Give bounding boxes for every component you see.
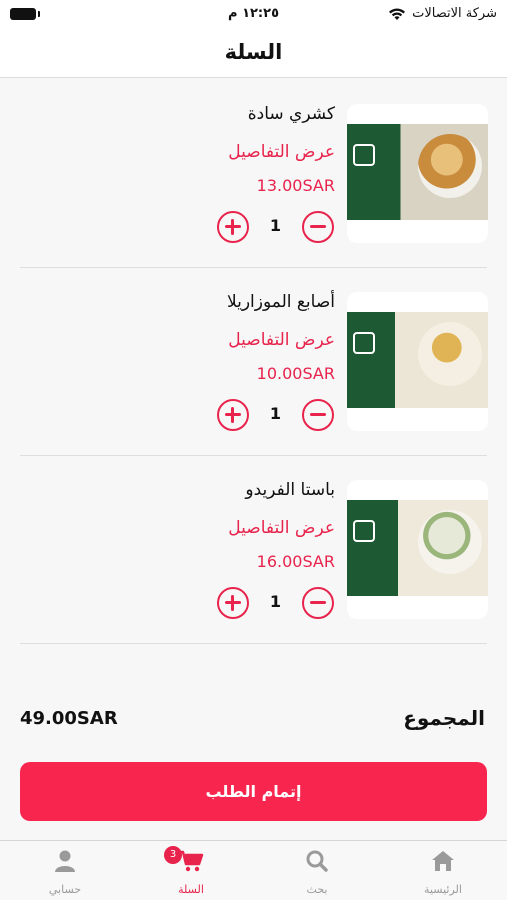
header: السلة [0,30,507,78]
quantity-stepper: 1 [217,587,334,619]
view-details-link[interactable]: عرض التفاصيل [228,518,335,538]
decrease-quantity-button[interactable] [302,399,334,431]
mozzarella-sticks-image[interactable] [347,292,488,431]
item-price: 10.00SAR [256,364,335,383]
total-amount: 49.00SAR [20,708,118,729]
koshari-image[interactable] [347,104,488,243]
pasta-alfredo-image[interactable] [347,480,488,619]
checkout-button[interactable]: إتمام الطلب [20,762,487,821]
item-name: باستا الفريدو [245,480,335,500]
tab-search[interactable]: بحث [254,841,380,900]
total-label: المجموع [403,706,485,730]
brand-emblem-icon [353,332,375,354]
tab-label: السلة [178,883,204,896]
status-bar: شركة الاتصالات ١٢:٢٥ م [0,0,507,30]
view-details-link[interactable]: عرض التفاصيل [228,330,335,350]
cart-icon [179,850,204,872]
decrease-quantity-button[interactable] [302,211,334,243]
tab-home[interactable]: الرئيسية [380,841,506,900]
quantity-stepper: 1 [217,211,334,243]
user-icon [55,850,75,872]
total-row: المجموع 49.00SAR [0,704,507,738]
tab-label: الرئيسية [424,883,462,896]
status-time: ١٢:٢٥ م [228,6,279,21]
minus-icon [310,225,326,228]
item-price: 16.00SAR [256,552,335,571]
item-divider [20,643,487,644]
decrease-quantity-button[interactable] [302,587,334,619]
tab-bar: الرئيسية بحث 3 السلة حسابي [0,840,507,900]
battery-icon [10,8,40,20]
item-name: أصابع الموزاريلا [226,292,335,312]
item-name: كشري سادة [247,104,335,124]
minus-icon [310,413,326,416]
tab-label: بحث [306,883,328,896]
view-details-link[interactable]: عرض التفاصيل [228,142,335,162]
minus-icon [310,601,326,604]
brand-emblem-icon [353,144,375,166]
home-icon [432,851,454,871]
tab-account[interactable]: حسابي [2,841,128,900]
search-icon [306,850,328,872]
item-price: 13.00SAR [256,176,335,195]
food-bowl [418,134,482,198]
cart-item: كشري سادة عرض التفاصيل 13.00SAR 1 [0,80,507,268]
tab-cart[interactable]: 3 السلة [128,841,254,900]
cart-item: أصابع الموزاريلا عرض التفاصيل 10.00SAR 1 [0,268,507,456]
cart-badge: 3 [164,846,182,864]
food-bowl [418,510,482,574]
tab-label: حسابي [48,883,82,896]
food-bowl [418,322,482,386]
cart-item: باستا الفريدو عرض التفاصيل 16.00SAR 1 [0,456,507,644]
brand-emblem-icon [353,520,375,542]
page-title: السلة [224,40,283,64]
quantity-stepper: 1 [217,399,334,431]
